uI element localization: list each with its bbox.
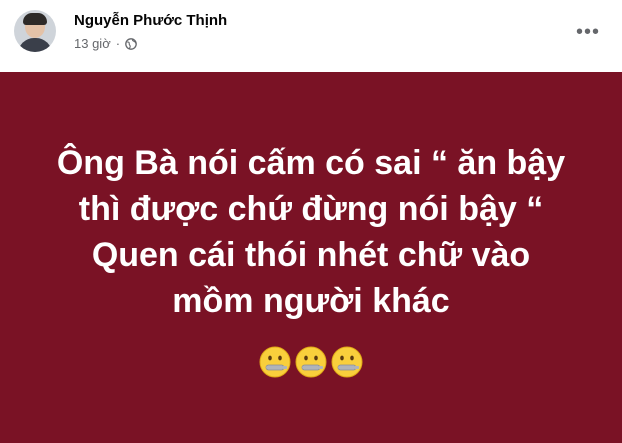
more-options-icon: •••: [575, 21, 600, 43]
status-line: thì được chứ đừng nói bậy “: [78, 190, 544, 228]
status-background: Ông Bà nói cấm có sai “ ăn bậy thì được …: [0, 72, 622, 443]
post-header: Nguyễn Phước Thịnh 13 giờ · •••: [0, 0, 622, 72]
post-meta: 13 giờ ·: [74, 36, 137, 51]
author-name[interactable]: Nguyễn Phước Thịnh: [74, 12, 227, 29]
author-avatar[interactable]: [14, 10, 56, 52]
emoji-row: [0, 346, 622, 378]
status-line: Quen cái thói nhét chữ vào: [91, 236, 531, 274]
post-timestamp[interactable]: 13 giờ: [74, 36, 111, 51]
status-line: mồm người khác: [172, 282, 450, 320]
meta-separator: ·: [115, 36, 121, 51]
facebook-post: Nguyễn Phước Thịnh 13 giờ · ••• Ông Bà n…: [0, 0, 622, 443]
zipper-mouth-face-icon: [295, 346, 327, 378]
zipper-mouth-face-icon: [259, 346, 291, 378]
more-options-button[interactable]: •••: [570, 14, 606, 50]
status-text: Ông Bà nói cấm có sai “ ăn bậy thì được …: [0, 140, 622, 324]
status-line: Ông Bà nói cấm có sai “ ăn bậy: [56, 144, 566, 182]
zipper-mouth-face-icon: [331, 346, 363, 378]
globe-icon[interactable]: [125, 37, 137, 50]
